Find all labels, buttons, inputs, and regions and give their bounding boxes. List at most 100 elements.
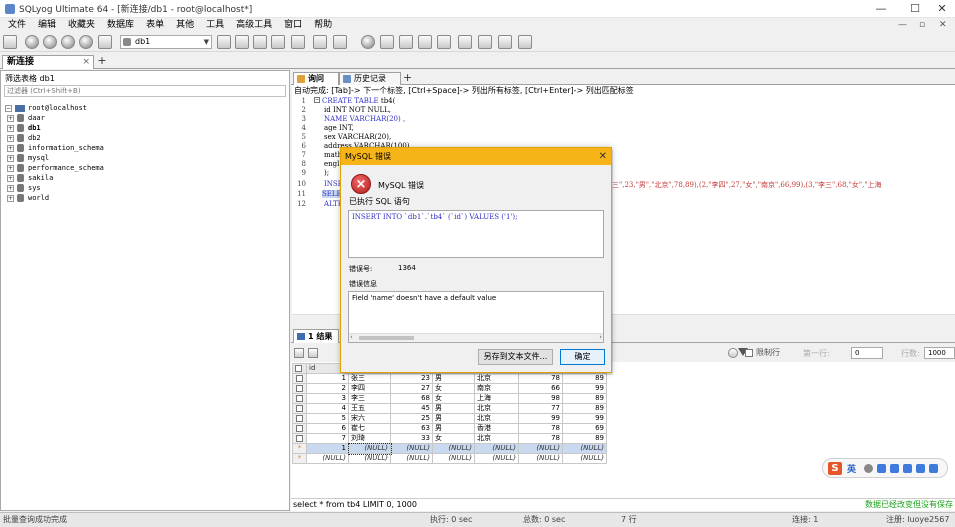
schema-icon[interactable]: [313, 35, 327, 49]
table-cell[interactable]: 25: [390, 413, 433, 424]
skin-icon[interactable]: [903, 464, 912, 473]
table-cell[interactable]: (NULL): [432, 453, 475, 464]
filter-input[interactable]: 过滤器 (Ctrl+Shift+B): [4, 85, 286, 97]
table-cell[interactable]: 女: [432, 393, 475, 404]
table-cell[interactable]: (NULL): [518, 443, 563, 454]
table-row[interactable]: 5 宋六 25 男北京 99 99: [292, 413, 607, 424]
mdi-close-button[interactable]: ✕: [939, 18, 947, 32]
select-all-cell[interactable]: [292, 363, 307, 374]
table-cell[interactable]: 上海: [474, 393, 519, 404]
expand-icon[interactable]: +: [7, 144, 14, 152]
table-cell[interactable]: 45: [390, 403, 433, 414]
minimize-button[interactable]: —: [866, 0, 896, 18]
table-cell[interactable]: 李三: [348, 393, 391, 404]
table-cell[interactable]: 1: [306, 373, 349, 384]
table-cell[interactable]: (NULL): [432, 443, 475, 454]
tree-item-daar[interactable]: + daar: [5, 113, 285, 123]
restore-icon[interactable]: [253, 35, 267, 49]
table-cell[interactable]: 李四: [348, 383, 391, 394]
table-cell[interactable]: 77: [518, 403, 563, 414]
table-row[interactable]: 4 王五 45 男北京 77 89: [292, 403, 607, 414]
copy-db-icon[interactable]: [333, 35, 347, 49]
expand-icon[interactable]: +: [7, 164, 14, 172]
table-cell[interactable]: 女: [432, 383, 475, 394]
scroll-thumb[interactable]: [359, 336, 414, 340]
limit-checkbox[interactable]: [745, 349, 753, 357]
save-to-text-file-button[interactable]: 另存到文本文件...: [478, 349, 553, 365]
table-cell[interactable]: (NULL): [390, 453, 433, 464]
offset-input[interactable]: 0: [851, 347, 883, 359]
row-selector[interactable]: [292, 393, 307, 404]
table-cell[interactable]: 99: [518, 413, 563, 424]
row-selector[interactable]: *: [292, 443, 307, 454]
execute-all-icon[interactable]: [79, 35, 93, 49]
scroll-right-icon[interactable]: ›: [599, 333, 602, 341]
table-row[interactable]: 7 刘琦 33 女北京 78 89: [292, 433, 607, 444]
row-selector[interactable]: [292, 433, 307, 444]
table-cell[interactable]: 99: [562, 413, 607, 424]
disconnect-icon[interactable]: [43, 35, 57, 49]
designer-icon[interactable]: [380, 35, 394, 49]
table-cell[interactable]: 北京: [474, 373, 519, 384]
table-cell[interactable]: (NULL): [474, 453, 519, 464]
execute-icon[interactable]: [61, 35, 75, 49]
row-selector[interactable]: [292, 373, 307, 384]
expand-icon[interactable]: +: [7, 134, 14, 142]
table-cell[interactable]: 女: [432, 433, 475, 444]
tree-item-db1[interactable]: + db1: [5, 123, 285, 133]
menu-tools[interactable]: 工具: [200, 18, 230, 32]
table-cell[interactable]: 崔七: [348, 423, 391, 434]
dialog-close-button[interactable]: ✕: [599, 148, 607, 165]
expand-icon[interactable]: +: [7, 184, 14, 192]
options-icon[interactable]: [498, 35, 512, 49]
row-checkbox[interactable]: [296, 424, 303, 432]
table-row[interactable]: 3 李三 68 女上海 98 89: [292, 393, 607, 404]
collapse-icon[interactable]: −: [5, 104, 12, 112]
format-icon[interactable]: [458, 35, 472, 49]
close-icon[interactable]: ×: [82, 56, 90, 69]
table-cell[interactable]: 89: [562, 373, 607, 384]
menu-file[interactable]: 文件: [4, 18, 32, 32]
connect-icon[interactable]: [25, 35, 39, 49]
tree-item-mysql[interactable]: + mysql: [5, 153, 285, 163]
mdi-restore-button[interactable]: ▫: [919, 18, 925, 32]
row-checkbox[interactable]: [296, 394, 303, 402]
expand-icon[interactable]: +: [7, 114, 14, 122]
table-cell[interactable]: (NULL): [474, 443, 519, 454]
user-manager-icon[interactable]: [217, 35, 231, 49]
select-all-checkbox[interactable]: [295, 364, 302, 372]
table-cell[interactable]: 2: [306, 383, 349, 394]
table-cell[interactable]: 张三: [348, 373, 391, 384]
table-row[interactable]: * (NULL) (NULL) (NULL) (NULL) (NULL) (NULL) (NU…: [292, 453, 607, 464]
view-mode-icon[interactable]: [308, 348, 318, 358]
database-select[interactable]: db1 ▼: [120, 35, 212, 49]
punctuation-icon[interactable]: [864, 464, 873, 473]
executed-sql-box[interactable]: INSERT INTO `db1`.`tb4` (`id`) VALUES ('…: [348, 210, 604, 258]
message-horizontal-scrollbar[interactable]: ‹ ›: [349, 333, 603, 342]
table-cell[interactable]: 男: [432, 413, 475, 424]
grid-view-icon[interactable]: [294, 348, 304, 358]
tab-connection[interactable]: 新连接 ×: [2, 55, 94, 69]
menu-database[interactable]: 数据库: [101, 18, 140, 32]
maximize-button[interactable]: ☐: [900, 0, 930, 18]
mdi-minimize-button[interactable]: —: [898, 18, 907, 32]
table-cell[interactable]: (NULL): [306, 453, 349, 464]
table-cell[interactable]: 7: [306, 433, 349, 444]
table-row[interactable]: 6 崔七 63 男香港 78 69: [292, 423, 607, 434]
tree-item-performance-schema[interactable]: + performance_schema: [5, 163, 285, 173]
fold-icon[interactable]: −: [314, 97, 320, 103]
table-cell[interactable]: 68: [390, 393, 433, 404]
tree-item-sys[interactable]: + sys: [5, 183, 285, 193]
table-cell[interactable]: 刘琦: [348, 433, 391, 444]
menu-other[interactable]: 其他: [170, 18, 200, 32]
table-cell[interactable]: (NULL): [518, 453, 563, 464]
row-checkbox[interactable]: [296, 374, 303, 382]
notification-icon[interactable]: [437, 35, 451, 49]
row-selector[interactable]: [292, 383, 307, 394]
menu-window[interactable]: 窗口: [278, 18, 308, 32]
expand-icon[interactable]: +: [7, 194, 14, 202]
new-connection-icon[interactable]: [3, 35, 17, 49]
menu-table[interactable]: 表单: [140, 18, 170, 32]
error-message-box[interactable]: Field 'name' doesn't have a default valu…: [348, 291, 604, 343]
table-cell[interactable]: 北京: [474, 413, 519, 424]
